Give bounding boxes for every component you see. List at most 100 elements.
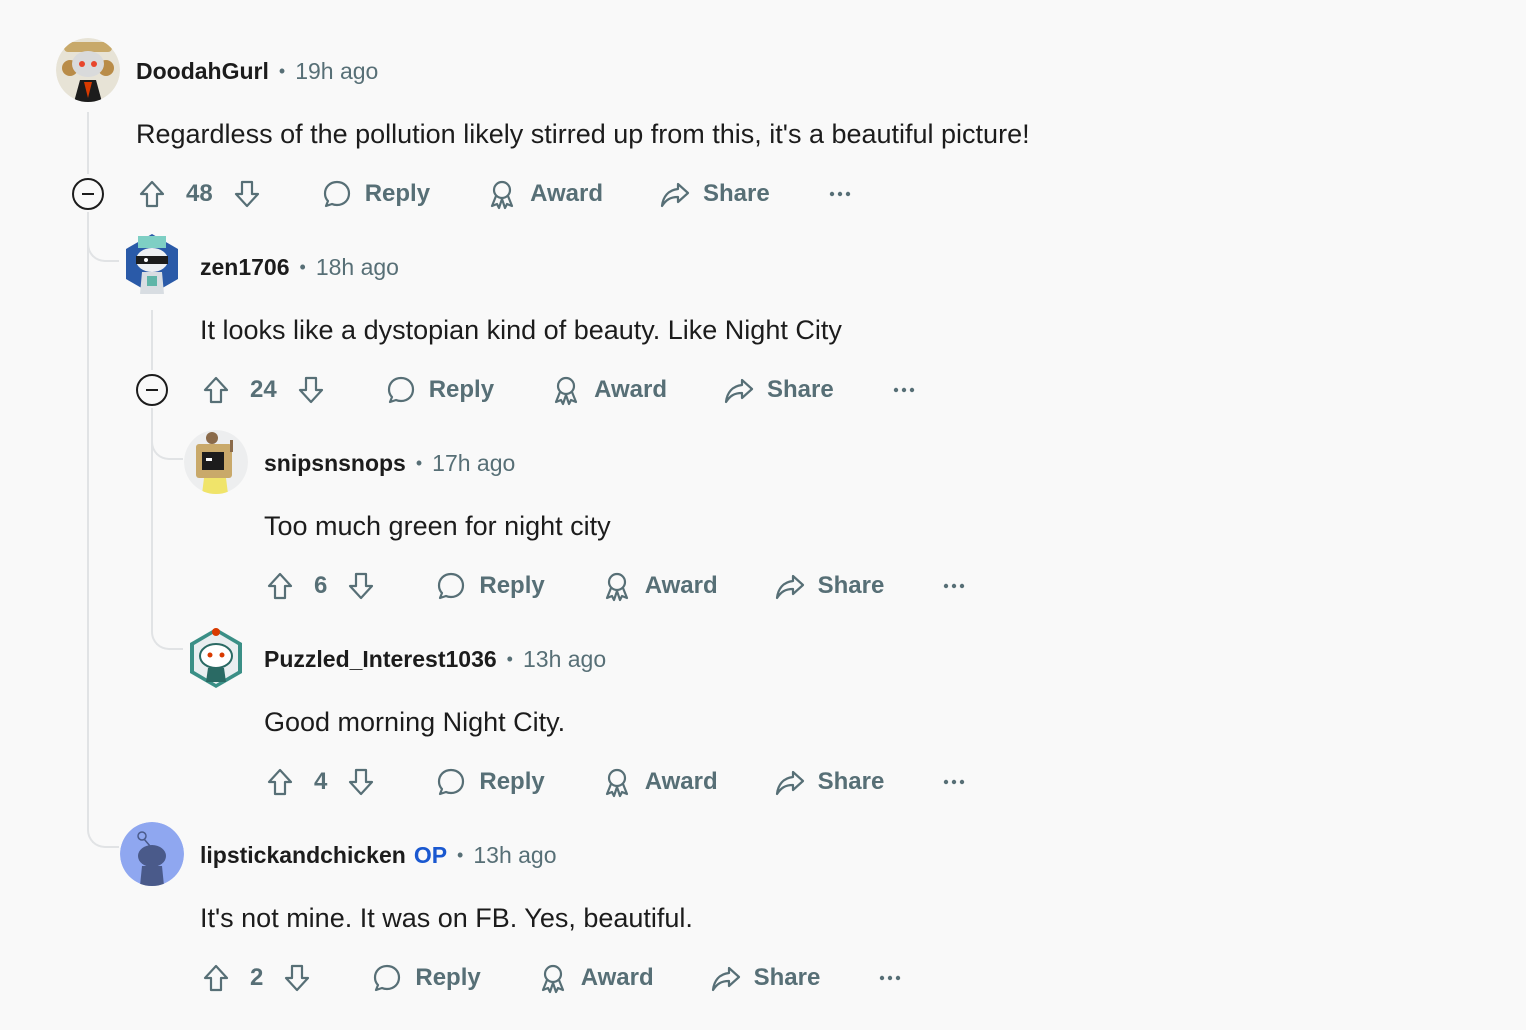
award-button[interactable]: Award bbox=[601, 766, 718, 798]
comment-body: Good morning Night City. bbox=[264, 707, 566, 737]
downvote-icon[interactable] bbox=[231, 178, 263, 210]
share-label: Share bbox=[817, 572, 885, 599]
more-icon bbox=[829, 191, 850, 197]
thread-branch bbox=[87, 794, 119, 848]
comment-thread: DoodahGurl • 19h ago Regardless of the p… bbox=[0, 0, 1526, 1030]
share-button[interactable]: Share bbox=[774, 766, 885, 798]
comment-meta: snipsnsnops • 17h ago bbox=[264, 447, 515, 479]
share-icon bbox=[660, 182, 690, 208]
award-label: Award bbox=[594, 376, 667, 403]
thread-line[interactable] bbox=[87, 112, 89, 174]
award-icon bbox=[541, 964, 564, 994]
thread-branch bbox=[87, 212, 119, 262]
share-label: Share bbox=[702, 180, 770, 207]
timestamp[interactable]: 13h ago bbox=[473, 842, 556, 869]
avatar[interactable] bbox=[184, 626, 248, 690]
timestamp[interactable]: 19h ago bbox=[295, 58, 378, 85]
reply-button[interactable]: Reply bbox=[385, 374, 494, 406]
collapse-icon[interactable] bbox=[136, 374, 168, 406]
thread-branch bbox=[151, 600, 183, 650]
comment-icon bbox=[323, 180, 350, 208]
upvote-icon[interactable] bbox=[264, 766, 296, 798]
author-name[interactable]: DoodahGurl bbox=[136, 58, 269, 85]
vote-score: 4 bbox=[314, 768, 328, 795]
comment-body: Regardless of the pollution likely stirr… bbox=[136, 119, 1030, 149]
vote-score: 48 bbox=[186, 180, 213, 207]
more-icon bbox=[893, 387, 914, 393]
timestamp[interactable]: 13h ago bbox=[523, 646, 606, 673]
comment-actions: 48 Reply Award Share bbox=[136, 174, 852, 214]
upvote-icon[interactable] bbox=[200, 374, 232, 406]
timestamp[interactable]: 18h ago bbox=[316, 254, 399, 281]
reply-label: Reply bbox=[415, 964, 481, 991]
comment-actions: 4 Reply Award Share bbox=[264, 762, 966, 802]
downvote-icon[interactable] bbox=[345, 570, 377, 602]
share-label: Share bbox=[817, 768, 885, 795]
comment-meta: zen1706 • 18h ago bbox=[200, 251, 399, 283]
avatar[interactable] bbox=[120, 822, 184, 886]
more-options-button[interactable] bbox=[942, 574, 966, 598]
upvote-icon[interactable] bbox=[136, 178, 168, 210]
share-button[interactable]: Share bbox=[659, 178, 770, 210]
upvote-icon[interactable] bbox=[264, 570, 296, 602]
vote-group: 6 bbox=[264, 570, 377, 602]
reply-label: Reply bbox=[428, 376, 495, 403]
award-button[interactable]: Award bbox=[537, 962, 654, 994]
award-button[interactable]: Award bbox=[601, 570, 718, 602]
avatar[interactable] bbox=[120, 232, 184, 296]
more-options-button[interactable] bbox=[828, 182, 852, 206]
upvote-icon[interactable] bbox=[200, 962, 232, 994]
thread-line[interactable] bbox=[87, 212, 89, 812]
share-icon bbox=[775, 770, 804, 796]
share-icon bbox=[724, 378, 754, 404]
reply-button[interactable]: Reply bbox=[435, 766, 545, 798]
vote-group: 48 bbox=[136, 178, 263, 210]
vote-score: 24 bbox=[250, 376, 277, 403]
more-options-button[interactable] bbox=[892, 378, 916, 402]
award-button[interactable]: Award bbox=[550, 374, 667, 406]
award-icon bbox=[490, 180, 514, 210]
share-label: Share bbox=[753, 964, 821, 991]
share-button[interactable]: Share bbox=[710, 962, 821, 994]
more-options-button[interactable] bbox=[942, 770, 966, 794]
separator: • bbox=[457, 844, 464, 865]
reply-button[interactable]: Reply bbox=[435, 570, 545, 602]
vote-group: 2 bbox=[200, 962, 313, 994]
downvote-icon[interactable] bbox=[345, 766, 377, 798]
comment-icon bbox=[387, 376, 414, 404]
reply-button[interactable]: Reply bbox=[321, 178, 430, 210]
thread-line[interactable] bbox=[151, 310, 153, 370]
more-options-button[interactable] bbox=[878, 966, 902, 990]
author-name[interactable]: Puzzled_Interest1036 bbox=[264, 646, 497, 673]
share-icon bbox=[711, 966, 740, 992]
avatar[interactable] bbox=[56, 38, 120, 102]
more-icon bbox=[944, 583, 965, 589]
more-icon bbox=[944, 779, 965, 785]
award-icon bbox=[554, 376, 578, 406]
downvote-icon[interactable] bbox=[295, 374, 327, 406]
separator: • bbox=[299, 256, 306, 277]
award-icon bbox=[605, 572, 628, 602]
share-button[interactable]: Share bbox=[723, 374, 834, 406]
vote-group: 24 bbox=[200, 374, 327, 406]
avatar[interactable] bbox=[184, 430, 248, 494]
comment-meta: Puzzled_Interest1036 • 13h ago bbox=[264, 643, 606, 675]
separator: • bbox=[415, 452, 423, 473]
timestamp[interactable]: 17h ago bbox=[432, 450, 515, 477]
collapse-icon[interactable] bbox=[72, 178, 104, 210]
comment-meta: lipstickandchicken OP • 13h ago bbox=[200, 839, 557, 871]
thread-branch bbox=[151, 408, 183, 460]
author-name[interactable]: snipsnsnops bbox=[264, 450, 406, 477]
share-icon bbox=[775, 574, 804, 600]
downvote-icon[interactable] bbox=[281, 962, 313, 994]
author-name[interactable]: lipstickandchicken bbox=[200, 842, 406, 869]
share-button[interactable]: Share bbox=[774, 570, 885, 602]
separator: • bbox=[278, 60, 286, 81]
award-button[interactable]: Award bbox=[486, 178, 603, 210]
reply-label: Reply bbox=[479, 572, 545, 599]
award-icon bbox=[605, 768, 628, 798]
author-name[interactable]: zen1706 bbox=[200, 254, 290, 281]
reply-button[interactable]: Reply bbox=[371, 962, 481, 994]
comment-actions: 6 Reply Award Share bbox=[264, 566, 966, 606]
comment-icon bbox=[438, 768, 465, 796]
